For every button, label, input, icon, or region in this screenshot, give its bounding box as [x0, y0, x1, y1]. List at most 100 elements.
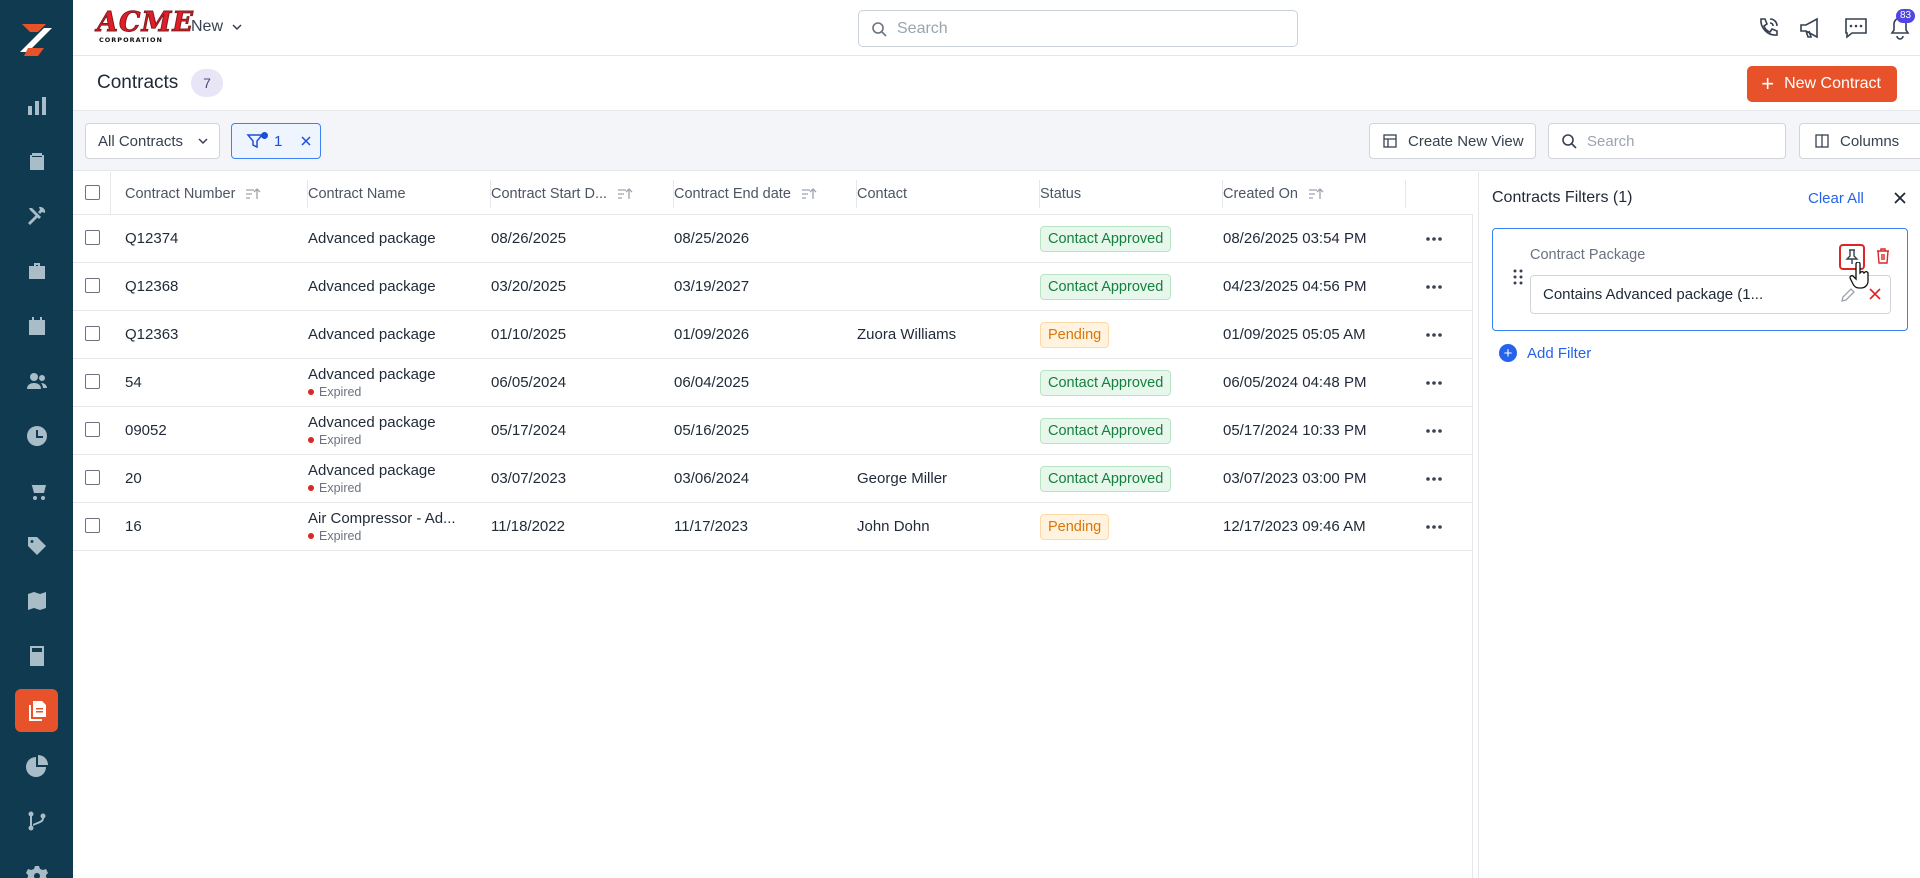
cell-start-date: 03/07/2023: [491, 470, 567, 487]
table-row[interactable]: Q12374 Advanced package 08/26/2025 08/25…: [73, 215, 1473, 263]
row-checkbox[interactable]: [85, 374, 100, 389]
header-contract-start-date[interactable]: Contract Start D...: [491, 172, 674, 215]
cell-contract-name[interactable]: Advanced package: [308, 263, 436, 310]
close-icon[interactable]: [300, 135, 312, 147]
more-actions-icon[interactable]: [1425, 455, 1443, 502]
cell-contract-name[interactable]: Air Compressor - Ad... Expired: [308, 503, 456, 550]
cell-contract-name[interactable]: Advanced package: [308, 311, 436, 358]
row-checkbox[interactable]: [85, 422, 100, 437]
megaphone-icon[interactable]: [1798, 15, 1824, 41]
cell-contract-number[interactable]: Q12374: [125, 215, 178, 262]
view-selector[interactable]: All Contracts: [85, 123, 220, 159]
table-row[interactable]: 54 Advanced package Expired 06/05/2024 0…: [73, 359, 1473, 407]
filters-panel-title: Contracts Filters (1): [1492, 189, 1633, 206]
row-checkbox[interactable]: [85, 230, 100, 245]
cell-contact[interactable]: George Miller: [857, 455, 947, 502]
create-new-view-button[interactable]: Create New View: [1369, 123, 1536, 159]
cell-end-date: 06/04/2025: [674, 374, 750, 391]
cell-contract-number[interactable]: 54: [125, 359, 142, 406]
table-row[interactable]: Q12368 Advanced package 03/20/2025 03/19…: [73, 263, 1473, 311]
sort-icon[interactable]: [617, 187, 633, 201]
cell-contract-number[interactable]: Q12363: [125, 311, 178, 358]
phone-icon[interactable]: [1755, 15, 1781, 41]
sidebar-item-calendar[interactable]: [15, 304, 58, 347]
cell-contract-number[interactable]: 20: [125, 455, 142, 502]
row-checkbox[interactable]: [85, 278, 100, 293]
table-row[interactable]: 20 Advanced package Expired 03/07/2023 0…: [73, 455, 1473, 503]
sidebar-item-settings[interactable]: [15, 854, 58, 878]
sidebar-item-tools[interactable]: [15, 194, 58, 237]
row-checkbox[interactable]: [85, 518, 100, 533]
table-header-row: Contract Number Contract Name Contract S…: [73, 172, 1473, 215]
sidebar-item-calculator[interactable]: [15, 634, 58, 677]
sidebar-item-contracts[interactable]: [15, 689, 58, 732]
table-row[interactable]: 09052 Advanced package Expired 05/17/202…: [73, 407, 1473, 455]
header-contract-name[interactable]: Contract Name: [308, 172, 491, 215]
more-actions-icon[interactable]: [1425, 359, 1443, 406]
active-filter-chip[interactable]: 1: [231, 123, 321, 159]
sort-icon[interactable]: [245, 187, 261, 201]
filter-value-field[interactable]: Contains Advanced package (1...: [1530, 275, 1891, 314]
drag-handle-icon[interactable]: [1513, 269, 1523, 285]
cell-contract-number[interactable]: 16: [125, 503, 142, 550]
sidebar-item-clock[interactable]: [15, 414, 58, 457]
cell-created-on: 05/17/2024 10:33 PM: [1223, 422, 1367, 439]
cell-contract-name[interactable]: Advanced package: [308, 215, 436, 262]
table-row[interactable]: Q12363 Advanced package 01/10/2025 01/09…: [73, 311, 1473, 359]
cell-start-date: 03/20/2025: [491, 278, 567, 295]
more-actions-icon[interactable]: [1425, 215, 1443, 262]
cell-status: Pending: [1040, 503, 1110, 550]
sidebar-item-dashboard[interactable]: [15, 84, 58, 127]
pie-chart-icon: [25, 754, 48, 777]
clear-all-link[interactable]: Clear All: [1808, 190, 1864, 207]
cell-contract-number[interactable]: 09052: [125, 407, 167, 454]
sidebar: [0, 0, 73, 878]
more-actions-icon[interactable]: [1425, 407, 1443, 454]
cell-contract-name[interactable]: Advanced package Expired: [308, 407, 436, 454]
company-logo[interactable]: ACME CORPORATION: [97, 9, 194, 45]
header-contact[interactable]: Contact: [857, 172, 1040, 215]
global-search-input[interactable]: Search: [858, 10, 1298, 47]
header-contract-end-date[interactable]: Contract End date: [674, 172, 857, 215]
sort-icon[interactable]: [1308, 187, 1324, 201]
cell-contract-name[interactable]: Advanced package Expired: [308, 455, 436, 502]
header-label: Contact: [857, 185, 907, 202]
trash-icon[interactable]: [1874, 247, 1892, 265]
header-status[interactable]: Status: [1040, 172, 1223, 215]
sidebar-item-map[interactable]: [15, 579, 58, 622]
columns-button[interactable]: Columns: [1799, 123, 1920, 159]
more-actions-icon[interactable]: [1425, 311, 1443, 358]
cell-contract-name[interactable]: Advanced package Expired: [308, 359, 436, 406]
header-contract-number[interactable]: Contract Number: [125, 172, 308, 215]
app-logo-icon[interactable]: [14, 18, 58, 62]
red-dot-icon: [308, 437, 314, 443]
cell-contact[interactable]: Zuora Williams: [857, 311, 956, 358]
sidebar-item-users[interactable]: [15, 359, 58, 402]
table-row[interactable]: 16 Air Compressor - Ad... Expired 11/18/…: [73, 503, 1473, 551]
sidebar-item-workflow[interactable]: [15, 799, 58, 842]
chat-icon[interactable]: [1843, 15, 1869, 41]
header-created-on[interactable]: Created On: [1223, 172, 1406, 215]
sort-icon[interactable]: [801, 187, 817, 201]
select-all-checkbox[interactable]: [85, 185, 100, 200]
add-filter-button[interactable]: + Add Filter: [1499, 344, 1591, 362]
close-icon[interactable]: [1892, 190, 1908, 206]
sidebar-item-reports[interactable]: [15, 744, 58, 787]
table-search-input[interactable]: Search: [1548, 123, 1786, 159]
row-checkbox[interactable]: [85, 470, 100, 485]
sidebar-item-tag[interactable]: [15, 524, 58, 567]
header-label: Contract Name: [308, 185, 406, 202]
row-checkbox[interactable]: [85, 326, 100, 341]
new-contract-button[interactable]: + New Contract: [1747, 66, 1897, 102]
sidebar-item-cart[interactable]: [15, 469, 58, 512]
tag-icon: [27, 536, 46, 555]
cell-end-date: 05/16/2025: [674, 422, 750, 439]
more-actions-icon[interactable]: [1425, 503, 1443, 550]
cell-contact[interactable]: John Dohn: [857, 503, 930, 550]
new-menu-dropdown[interactable]: New: [191, 18, 243, 36]
more-actions-icon[interactable]: [1425, 263, 1443, 310]
cell-contract-number[interactable]: Q12368: [125, 263, 178, 310]
cell-start-date: 05/17/2024: [491, 422, 567, 439]
sidebar-item-clipboard[interactable]: [15, 139, 58, 182]
sidebar-item-briefcase[interactable]: [15, 249, 58, 292]
